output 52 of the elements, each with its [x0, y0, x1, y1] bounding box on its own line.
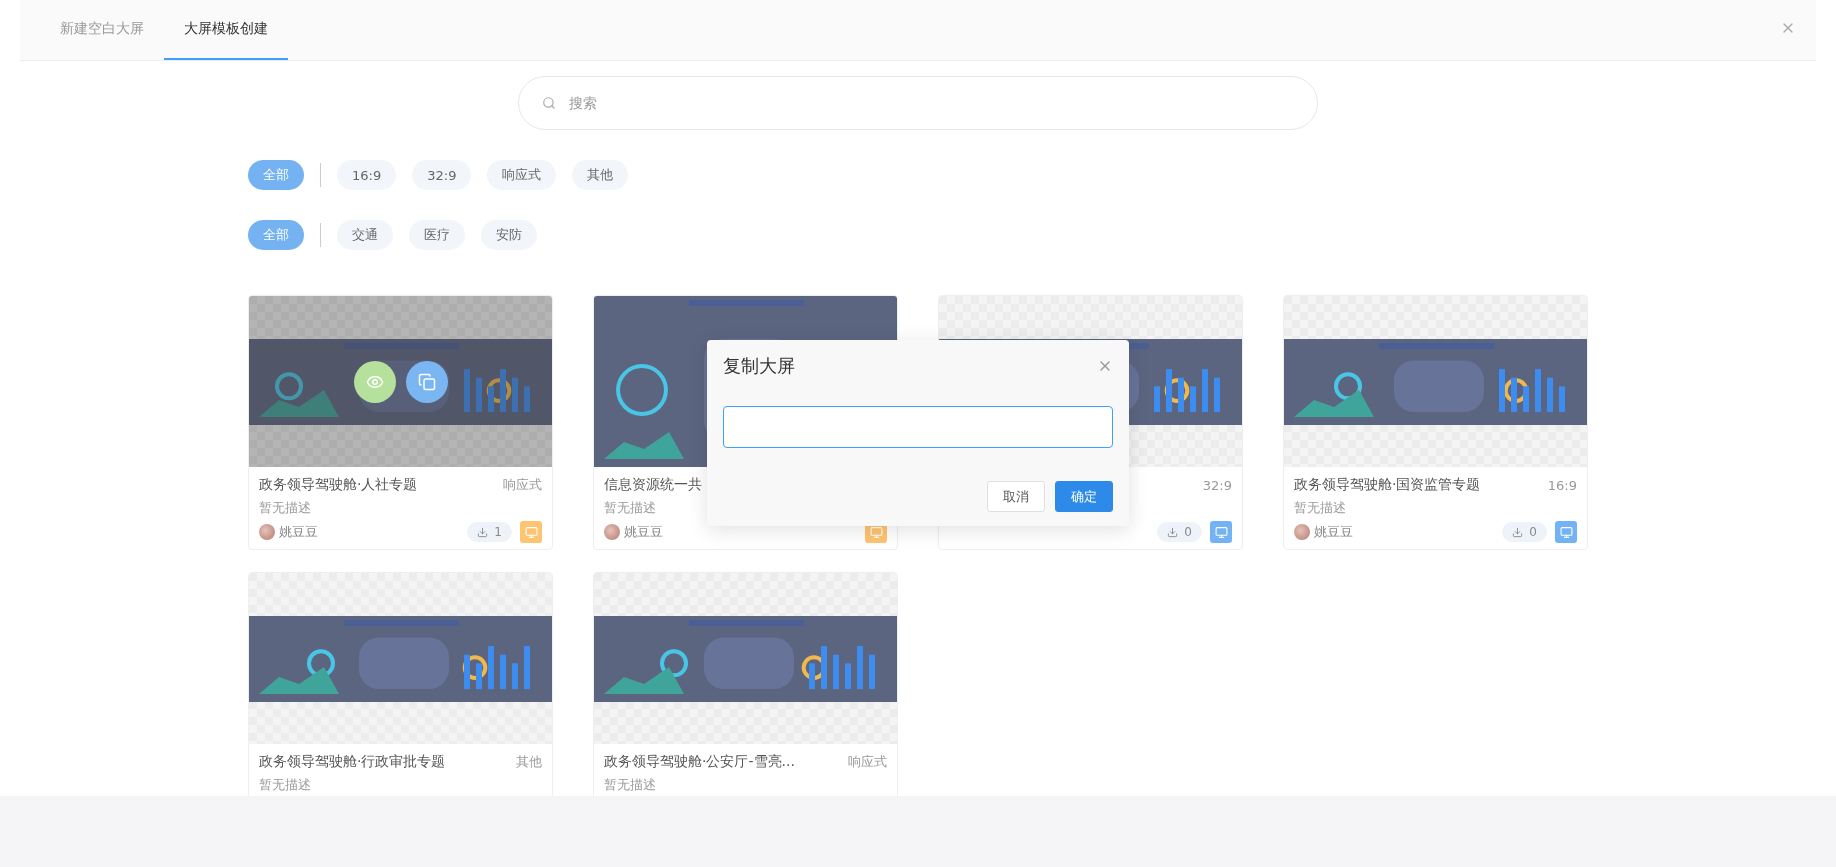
- filter-chip[interactable]: 安防: [481, 220, 537, 250]
- template-card[interactable]: 政务领导驾驶舱·公安厅-雪亮... 响应式 暂无描述: [593, 572, 898, 796]
- download-icon: [477, 526, 489, 538]
- screen-badge[interactable]: [520, 521, 542, 543]
- card-title: 政务领导驾驶舱·人社专题: [259, 476, 418, 494]
- card-type: 响应式: [848, 753, 887, 771]
- screen-badge[interactable]: [1555, 521, 1577, 543]
- avatar: [1294, 524, 1310, 540]
- avatar: [604, 524, 620, 540]
- card-description: 暂无描述: [604, 776, 656, 794]
- card-description: 暂无描述: [259, 776, 311, 794]
- card-title: 政务领导驾驶舱·公安厅-雪亮...: [604, 753, 795, 771]
- author-name: 姚豆豆: [1314, 523, 1353, 541]
- avatar: [259, 524, 275, 540]
- download-count: 0: [1157, 522, 1202, 542]
- filter-chip[interactable]: 16:9: [337, 160, 397, 190]
- author-name: 姚豆豆: [279, 523, 318, 541]
- card-description: 暂无描述: [1294, 499, 1346, 517]
- card-title: 政务领导驾驶舱·行政审批专题: [259, 753, 446, 771]
- card-description: 暂无描述: [604, 499, 656, 517]
- download-count: 1: [467, 522, 512, 542]
- card-type: 其他: [516, 753, 542, 771]
- confirm-button[interactable]: 确定: [1055, 481, 1113, 512]
- monitor-icon: [1559, 525, 1573, 539]
- download-count: 0: [1502, 522, 1547, 542]
- template-card[interactable]: 政务领导驾驶舱·行政审批专题 其他 暂无描述: [248, 572, 553, 796]
- template-card[interactable]: 政务领导驾驶舱·国资监管专题 16:9 暂无描述 姚豆豆 0: [1283, 295, 1588, 550]
- filter-chip[interactable]: 交通: [337, 220, 393, 250]
- filter-chip[interactable]: 其他: [572, 160, 629, 190]
- card-type: 响应式: [503, 476, 542, 494]
- monitor-icon: [1214, 525, 1228, 539]
- tab[interactable]: 大屏模板创建: [164, 0, 288, 60]
- card-type: 16:9: [1547, 477, 1577, 493]
- filter-chip[interactable]: 医疗: [409, 220, 465, 250]
- template-card[interactable]: 政务领导驾驶舱·人社专题 响应式 暂无描述 姚豆豆 1: [248, 295, 553, 550]
- search-field[interactable]: 搜索: [518, 76, 1318, 130]
- author-name: 姚豆豆: [624, 523, 663, 541]
- monitor-icon: [524, 525, 538, 539]
- copy-icon: [417, 372, 436, 391]
- screen-badge[interactable]: [1210, 521, 1232, 543]
- name-input[interactable]: [723, 406, 1113, 448]
- filter-chip[interactable]: 32:9: [412, 160, 472, 190]
- card-description: 暂无描述: [259, 499, 311, 517]
- download-icon: [1512, 526, 1524, 538]
- dialog-title: 复制大屏: [723, 354, 795, 378]
- card-type: 32:9: [1202, 477, 1232, 493]
- filter-chip[interactable]: 响应式: [487, 160, 557, 190]
- download-icon: [1167, 526, 1179, 538]
- cancel-button[interactable]: 取消: [987, 481, 1045, 512]
- search-icon: [542, 96, 556, 110]
- card-title: 政务领导驾驶舱·国资监管专题: [1294, 476, 1481, 494]
- card-title: 信息资源统一共: [604, 476, 702, 494]
